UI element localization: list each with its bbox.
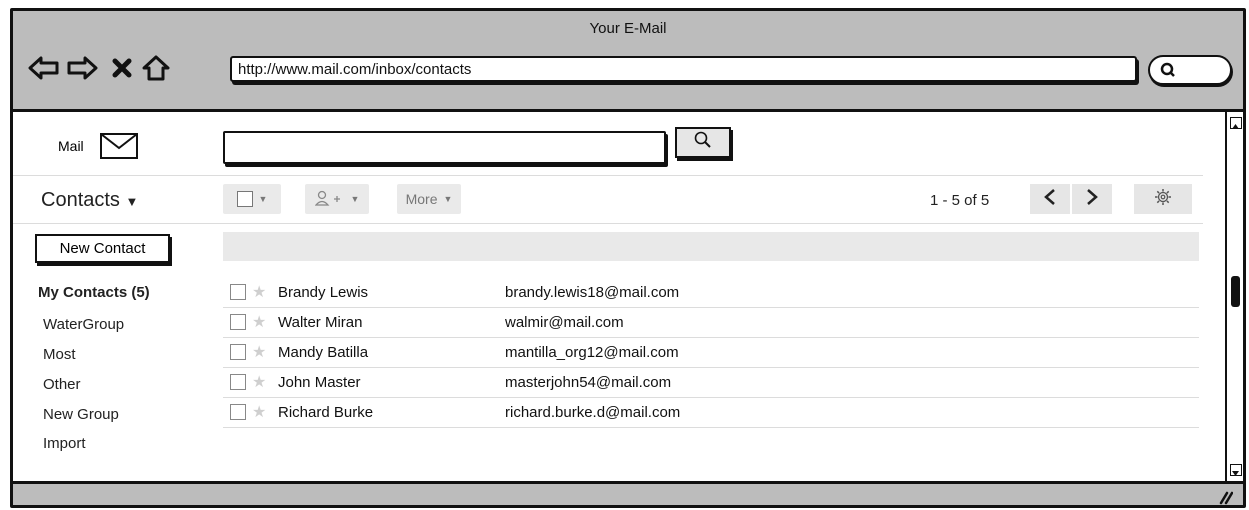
new-contact-button[interactable]: New Contact [35, 234, 170, 263]
star-icon[interactable]: ★ [252, 342, 266, 362]
sidebar-item-other[interactable]: Other [43, 376, 81, 393]
forward-arrow-icon[interactable] [65, 51, 99, 85]
contact-row[interactable]: ★ Walter Miran walmir@mail.com [223, 308, 1199, 338]
sidebar-item-my-contacts[interactable]: My Contacts (5) [38, 284, 150, 301]
star-icon[interactable]: ★ [252, 372, 266, 392]
contact-row[interactable]: ★ Mandy Batilla mantilla_org12@mail.com [223, 338, 1199, 368]
search-icon [693, 130, 713, 155]
star-icon[interactable]: ★ [252, 402, 266, 422]
contact-name: Brandy Lewis [278, 284, 369, 301]
person-add-icon [314, 190, 345, 209]
add-to-group-button[interactable]: ▼ [305, 184, 369, 214]
divider [13, 175, 1203, 176]
scroll-up-icon[interactable] [1230, 117, 1242, 129]
row-checkbox[interactable] [230, 284, 246, 300]
contact-name: Walter Miran [278, 314, 363, 331]
select-all-button[interactable]: ▼ [223, 184, 281, 214]
contacts-title: Contacts [41, 189, 120, 211]
contact-row[interactable]: ★ Brandy Lewis brandy.lewis18@mail.com [223, 278, 1199, 308]
back-arrow-icon[interactable] [27, 51, 61, 85]
browser-toolbar: Your E-Mail http://www.mail.com/inbox/co… [13, 11, 1243, 112]
prev-page-button[interactable] [1030, 184, 1070, 214]
contact-email: brandy.lewis18@mail.com [505, 284, 680, 301]
row-checkbox[interactable] [230, 314, 246, 330]
address-bar[interactable]: http://www.mail.com/inbox/contacts [230, 56, 1137, 82]
settings-button[interactable] [1134, 184, 1192, 214]
envelope-icon[interactable] [99, 132, 139, 165]
vertical-scrollbar[interactable] [1225, 112, 1243, 481]
contact-list-header [223, 232, 1199, 261]
scroll-down-icon[interactable] [1230, 464, 1242, 476]
checkbox-icon [236, 191, 253, 207]
row-checkbox[interactable] [230, 374, 246, 390]
contacts-dropdown[interactable]: Contacts ▼ [41, 189, 138, 212]
mail-search-input[interactable] [223, 131, 666, 164]
contact-email: masterjohn54@mail.com [505, 374, 672, 391]
star-icon[interactable]: ★ [252, 312, 266, 332]
close-x-icon[interactable] [105, 51, 139, 85]
row-checkbox[interactable] [230, 404, 246, 420]
contact-email: walmir@mail.com [505, 314, 624, 331]
contact-row[interactable]: ★ John Master masterjohn54@mail.com [223, 368, 1199, 398]
divider [13, 223, 1203, 224]
contact-email: richard.burke.d@mail.com [505, 404, 681, 421]
mail-label: Mail [58, 138, 84, 154]
star-icon[interactable]: ★ [252, 282, 266, 302]
contact-row[interactable]: ★ Richard Burke richard.burke.d@mail.com [223, 398, 1199, 428]
next-page-button[interactable] [1072, 184, 1112, 214]
sidebar-item-watergroup[interactable]: WaterGroup [43, 316, 124, 333]
pagination-text: 1 - 5 of 5 [930, 192, 990, 209]
contact-name: Richard Burke [278, 404, 374, 421]
more-label: More [405, 191, 438, 207]
sidebar-item-most[interactable]: Most [43, 346, 76, 363]
sidebar-item-new-group[interactable]: New Group [43, 406, 119, 423]
resize-grip-icon[interactable] [1217, 489, 1234, 505]
contact-name: Mandy Batilla [278, 344, 369, 361]
contact-name: John Master [278, 374, 361, 391]
status-bar [13, 481, 1243, 505]
scrollbar-thumb[interactable] [1231, 276, 1240, 307]
chevron-right-icon [1085, 188, 1099, 211]
browser-search-field[interactable] [1148, 55, 1232, 85]
contact-email: mantilla_org12@mail.com [505, 344, 679, 361]
caret-down-icon: ▼ [443, 194, 453, 204]
caret-down-icon: ▼ [125, 194, 139, 209]
search-icon [1160, 62, 1176, 83]
chevron-left-icon [1043, 188, 1057, 211]
caret-down-icon: ▼ [350, 194, 360, 204]
sidebar-item-import[interactable]: Import [43, 435, 86, 452]
row-checkbox[interactable] [230, 344, 246, 360]
more-button[interactable]: More ▼ [397, 184, 461, 214]
gear-icon [1154, 188, 1172, 211]
browser-window: Your E-Mail http://www.mail.com/inbox/co… [10, 8, 1246, 508]
caret-down-icon: ▼ [258, 194, 268, 204]
mail-search-button[interactable] [675, 127, 731, 158]
home-icon[interactable] [139, 51, 173, 85]
window-title: Your E-Mail [589, 20, 667, 37]
mail-content: Mail Contacts ▼ ▼ ▼ More ▼ 1 - 5 of 5 Ne… [13, 112, 1225, 481]
